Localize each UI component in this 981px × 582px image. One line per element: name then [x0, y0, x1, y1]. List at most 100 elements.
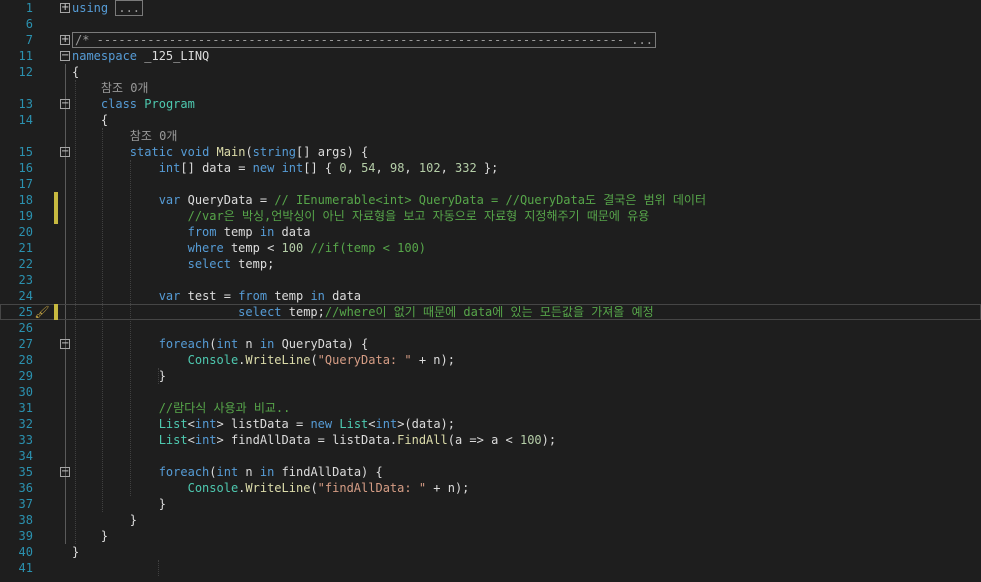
code-line[interactable]: 35 − foreach(int n in findAllData) {	[0, 464, 981, 480]
collapse-region-icon[interactable]: −	[60, 147, 70, 157]
collapsed-region[interactable]: ...	[115, 0, 144, 16]
code-text[interactable]: /* -------------------------------------…	[72, 32, 656, 48]
code-token: in	[259, 225, 275, 239]
code-text[interactable]: //var은 박싱,언박싱이 아닌 자료형을 보고 자동으로 자료형 지정해주기…	[72, 208, 650, 224]
code-text[interactable]: foreach(int n in QueryData) {	[72, 336, 369, 352]
code-text[interactable]: {	[72, 112, 108, 128]
code-line[interactable]: 40}	[0, 544, 981, 560]
code-text[interactable]: }	[72, 544, 79, 560]
code-text[interactable]: List<int> findAllData = listData.FindAll…	[72, 432, 556, 448]
code-line[interactable]: 27 − foreach(int n in QueryData) {	[0, 336, 981, 352]
code-line[interactable]: 19 //var은 박싱,언박싱이 아닌 자료형을 보고 자동으로 자료형 지정…	[0, 208, 981, 224]
collapse-region-icon[interactable]: −	[60, 467, 70, 477]
code-token: + n);	[411, 353, 455, 367]
code-line[interactable]: 33 List<int> findAllData = listData.Find…	[0, 432, 981, 448]
code-token: Console	[187, 353, 239, 367]
code-text[interactable]: List<int> listData = new List<int>(data)…	[72, 416, 455, 432]
code-text[interactable]: //람다식 사용과 비교..	[72, 400, 291, 416]
code-token: int	[281, 161, 304, 175]
code-line[interactable]: 참조 0개	[0, 80, 981, 96]
code-token: using	[72, 1, 109, 15]
code-text[interactable]: class Program	[72, 96, 195, 112]
collapsed-region[interactable]: /* -------------------------------------…	[72, 32, 656, 48]
code-line[interactable]: 37 }	[0, 496, 981, 512]
code-line[interactable]: 23	[0, 272, 981, 288]
line-number: 22	[18, 257, 33, 271]
code-line[interactable]: 18 var QueryData = // IEnumerable<int> Q…	[0, 192, 981, 208]
code-line[interactable]: 6	[0, 16, 981, 32]
quick-action-brush-icon[interactable]: 🖌	[33, 304, 51, 320]
code-line[interactable]: 11 − namespace _125_LINQ	[0, 48, 981, 64]
code-token: temp <	[223, 241, 282, 255]
code-editor[interactable]: 1 + using ... 6 7 +/* -----------------------…	[0, 0, 981, 582]
code-line[interactable]: 28 Console.WriteLine("QueryData: " + n);	[0, 352, 981, 368]
code-token: select	[238, 305, 282, 319]
code-text[interactable]: select temp;	[72, 256, 275, 272]
code-line[interactable]: 41	[0, 560, 981, 576]
expand-region-icon[interactable]: +	[60, 35, 70, 45]
code-line[interactable]: 29 }	[0, 368, 981, 384]
code-text[interactable]: var test = from temp in data	[72, 288, 361, 304]
code-text[interactable]: int[] data = new int[] { 0, 54, 98, 102,…	[72, 160, 499, 176]
code-text[interactable]: }	[72, 496, 166, 512]
code-line[interactable]: 30	[0, 384, 981, 400]
code-line[interactable]: 7 +/* -----------------------------------…	[0, 32, 981, 48]
code-line[interactable]: 26	[0, 320, 981, 336]
collapse-region-icon[interactable]: −	[60, 51, 70, 61]
code-token: FindAll	[397, 433, 448, 447]
code-token: }	[72, 529, 109, 543]
code-line[interactable]: 31 //람다식 사용과 비교..	[0, 400, 981, 416]
code-line[interactable]: 14 {	[0, 112, 981, 128]
code-line[interactable]: 32 List<int> listData = new List<int>(da…	[0, 416, 981, 432]
code-text[interactable]: where temp < 100 //if(temp < 100)	[72, 240, 426, 256]
collapse-region-icon[interactable]: −	[60, 99, 70, 109]
code-text[interactable]: foreach(int n in findAllData) {	[72, 464, 383, 480]
code-line[interactable]: 13 − class Program	[0, 96, 981, 112]
code-token: (	[209, 337, 217, 351]
code-line[interactable]: 20 from temp in data	[0, 224, 981, 240]
code-token: temp;	[281, 305, 325, 319]
code-text[interactable]: var QueryData = // IEnumerable<int> Quer…	[72, 192, 706, 208]
code-line[interactable]: 34	[0, 448, 981, 464]
code-text[interactable]: }	[72, 368, 166, 384]
collapse-region-icon[interactable]: −	[60, 339, 70, 349]
code-token: Program	[144, 97, 195, 111]
code-token: int	[375, 417, 398, 431]
code-text[interactable]: select temp;//where이 없기 때문에 data에 있는 모든값…	[72, 304, 653, 320]
code-line[interactable]: 16 int[] data = new int[] { 0, 54, 98, 1…	[0, 160, 981, 176]
code-line[interactable]: 17	[0, 176, 981, 192]
code-line[interactable]: 38 }	[0, 512, 981, 528]
code-text[interactable]: }	[72, 528, 108, 544]
code-token: int	[194, 417, 217, 431]
code-text[interactable]: }	[72, 512, 137, 528]
code-line[interactable]: 24 var test = from temp in data	[0, 288, 981, 304]
code-line[interactable]: 15 − static void Main(string[] args) {	[0, 144, 981, 160]
code-text[interactable]: namespace _125_LINQ	[72, 48, 209, 64]
code-line[interactable]: 21 where temp < 100 //if(temp < 100)	[0, 240, 981, 256]
code-text[interactable]: from temp in data	[72, 224, 311, 240]
code-line[interactable]: 22 select temp;	[0, 256, 981, 272]
code-line[interactable]: 참조 0개	[0, 128, 981, 144]
code-text[interactable]: 참조 0개	[72, 80, 149, 96]
code-line[interactable]: 39 }	[0, 528, 981, 544]
code-text[interactable]: using ...	[72, 0, 144, 16]
code-line[interactable]: 1 + using ...	[0, 0, 981, 16]
code-token: 332	[455, 161, 477, 175]
code-text[interactable]: Console.WriteLine("findAllData: " + n);	[72, 480, 470, 496]
code-text[interactable]: Console.WriteLine("QueryData: " + n);	[72, 352, 455, 368]
code-text[interactable]: 참조 0개	[72, 128, 178, 144]
code-line[interactable]: 12 {	[0, 64, 981, 80]
code-token: <	[368, 417, 376, 431]
code-text[interactable]: static void Main(string[] args) {	[72, 144, 368, 160]
code-line[interactable]: 36 Console.WriteLine("findAllData: " + n…	[0, 480, 981, 496]
change-marker	[54, 192, 58, 208]
code-line[interactable]: 25 🖌 select temp;//where이 없기 때문에 data에 있는…	[0, 304, 981, 320]
code-text[interactable]: {	[72, 64, 79, 80]
line-number: 21	[18, 241, 33, 255]
expand-region-icon[interactable]: +	[60, 3, 70, 13]
